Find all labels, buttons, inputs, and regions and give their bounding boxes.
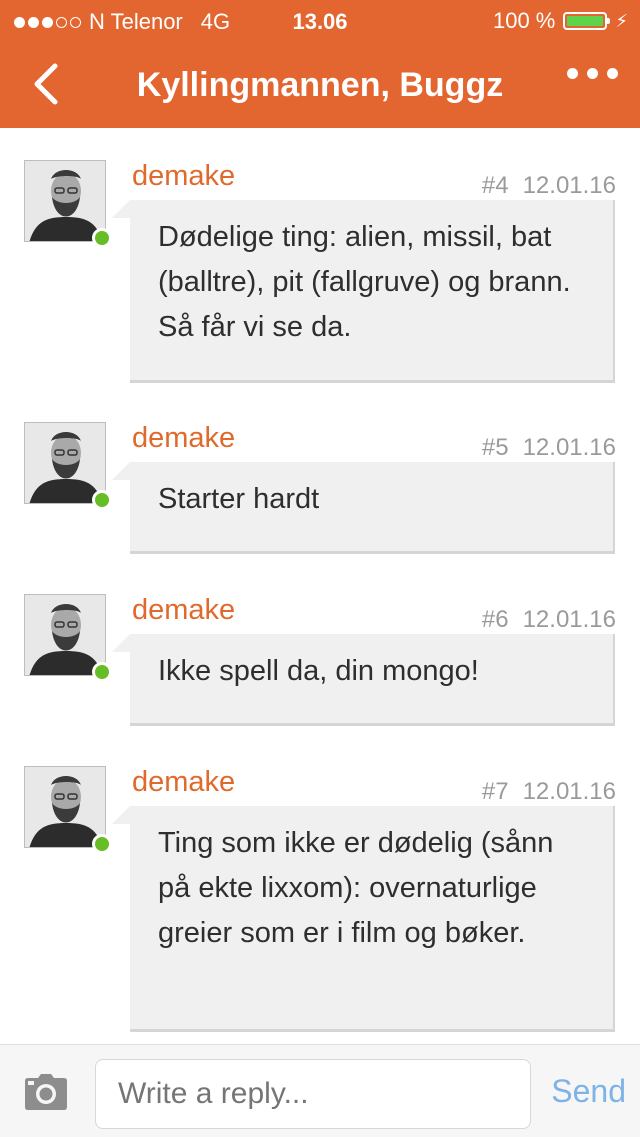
message-feed[interactable]: demake #4 12.01.16 Dødelige ting: alien, … — [0, 128, 640, 1044]
status-bar: N Telenor 4G 13.06 100 % ⚡ — [0, 0, 640, 40]
portrait-icon — [25, 161, 105, 241]
message-meta: #6 12.01.16 — [482, 606, 616, 634]
battery-icon — [563, 12, 611, 30]
message-number: #7 — [481, 778, 509, 805]
message-date: 12.01.16 — [522, 778, 616, 805]
camera-icon — [25, 1074, 67, 1110]
online-indicator — [92, 834, 112, 854]
send-button[interactable]: Send — [551, 1073, 626, 1110]
message-number: #4 — [481, 172, 509, 199]
message-meta: #5 12.01.16 — [482, 434, 616, 462]
navigation-bar: Kyllingmannen, Buggz — [0, 40, 640, 128]
author-name[interactable]: demake — [132, 766, 235, 799]
message-meta: #7 12.01.16 — [482, 778, 616, 806]
author-name[interactable]: demake — [132, 594, 235, 627]
battery-percent: 100 % — [492, 8, 556, 33]
message-date: 12.01.16 — [522, 434, 616, 461]
conversation-title: Kyllingmannen, Buggz — [136, 66, 504, 104]
avatar[interactable] — [24, 160, 112, 248]
message-meta: #4 12.01.16 — [482, 172, 616, 200]
message-number: #5 — [481, 434, 509, 461]
avatar[interactable] — [24, 422, 112, 510]
message-date: 12.01.16 — [522, 606, 616, 633]
online-indicator — [92, 490, 112, 510]
message-bubble[interactable]: Starter hardt — [112, 462, 615, 554]
charging-icon: ⚡ — [615, 10, 628, 31]
portrait-icon — [25, 423, 105, 503]
author-name[interactable]: demake — [132, 160, 235, 193]
reply-composer: Send — [0, 1044, 640, 1137]
more-options-button[interactable] — [567, 68, 618, 79]
top-bar: N Telenor 4G 13.06 100 % ⚡ Kyllingmannen… — [0, 0, 640, 128]
avatar[interactable] — [24, 766, 112, 854]
attach-photo-button[interactable] — [24, 1073, 68, 1111]
reply-input[interactable] — [95, 1059, 531, 1129]
message-date: 12.01.16 — [522, 172, 616, 199]
message-number: #6 — [481, 606, 509, 633]
portrait-icon — [25, 595, 105, 675]
online-indicator — [92, 662, 112, 682]
author-name[interactable]: demake — [132, 422, 235, 455]
portrait-icon — [25, 767, 105, 847]
online-indicator — [92, 228, 112, 248]
ellipsis-icon — [567, 68, 578, 79]
message-bubble[interactable]: Ikke spell da, din mongo! — [112, 634, 615, 726]
avatar[interactable] — [24, 594, 112, 682]
message-bubble[interactable]: Ting som ikke er dødelig (sånn på ekte l… — [112, 806, 615, 1032]
message-bubble[interactable]: Dødelige ting: alien, missil, bat (ballt… — [112, 200, 615, 383]
status-right: 100 % ⚡ — [493, 8, 628, 34]
